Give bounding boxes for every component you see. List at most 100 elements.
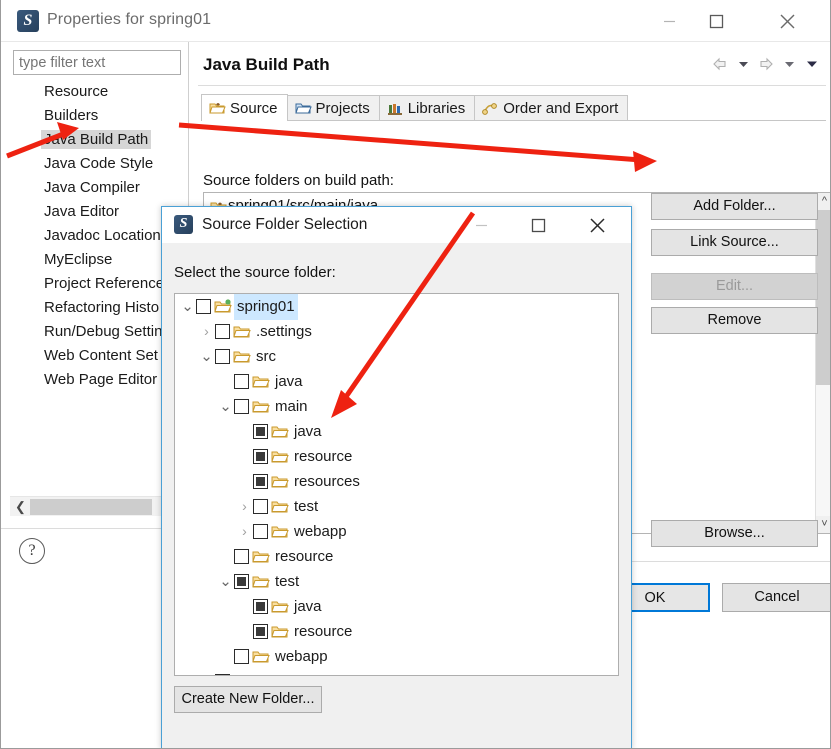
folder-tree-item[interactable]: › test <box>175 494 618 519</box>
sidebar-item-myeclipse[interactable]: MyEclipse <box>8 248 184 272</box>
checkbox-unchecked[interactable] <box>234 649 249 664</box>
sidebar-item-run-debug-settin[interactable]: Run/Debug Settin <box>8 320 184 344</box>
myeclipse-logo-icon: S <box>17 10 39 32</box>
libraries-books-icon <box>387 101 404 116</box>
folder-tree-item[interactable]: resource <box>175 444 618 469</box>
sidebar-item-label: Project Reference <box>44 275 165 292</box>
tab-projects[interactable]: Projects <box>286 95 380 121</box>
checkbox-grayed[interactable] <box>253 424 268 439</box>
scroll-up-icon[interactable]: ^ <box>816 193 830 210</box>
dialog-close-icon[interactable] <box>577 207 617 243</box>
folder-tree-item[interactable]: webapp <box>175 644 618 669</box>
forward-menu-chevron-down-icon[interactable] <box>779 54 799 74</box>
scrollbar-thumb[interactable] <box>30 499 152 515</box>
folder-tree[interactable]: ⌄ spring01 › .settings ⌄ src java ⌄ main java r… <box>174 293 619 676</box>
folder-tree-label: spring01 <box>234 294 298 320</box>
add-folder-button[interactable]: Add Folder... <box>651 193 818 220</box>
checkbox-grayed[interactable] <box>253 449 268 464</box>
checkbox-unchecked[interactable] <box>196 299 211 314</box>
folder-tree-item[interactable]: resources <box>175 469 618 494</box>
tab-source[interactable]: Source <box>201 94 288 122</box>
dialog-maximize-icon[interactable] <box>518 207 558 243</box>
checkbox-grayed[interactable] <box>253 624 268 639</box>
folder-tree-item[interactable]: resource <box>175 619 618 644</box>
checkbox-grayed[interactable] <box>253 599 268 614</box>
sidebar-item-java-build-path[interactable]: Java Build Path <box>8 128 184 152</box>
sidebar-item-javadoc-location[interactable]: Javadoc Location <box>8 224 184 248</box>
checkbox-unchecked[interactable] <box>215 349 230 364</box>
sidebar-item-java-editor[interactable]: Java Editor <box>8 200 184 224</box>
order-export-icon <box>482 101 499 116</box>
window-title: Properties for spring01 <box>47 11 212 28</box>
tab-label: Order and Export <box>503 100 619 117</box>
twisty-placeholder <box>236 594 253 619</box>
sidebar-item-java-code-style[interactable]: Java Code Style <box>8 152 184 176</box>
settings-category-list: Resource Builders Java Build Path Java Code… <box>8 80 184 480</box>
back-menu-chevron-down-icon[interactable] <box>733 54 753 74</box>
chevron-down-icon[interactable]: ⌄ <box>179 294 196 319</box>
sidebar-item-label: Java Editor <box>44 203 120 220</box>
tab-order-and-export[interactable]: Order and Export <box>474 95 629 121</box>
checkbox-unchecked[interactable] <box>234 399 249 414</box>
chevron-down-icon[interactable]: ⌄ <box>198 344 215 369</box>
minimize-icon[interactable] <box>646 0 692 42</box>
folder-tree-item[interactable]: ⌄ test <box>175 569 618 594</box>
folder-tree-item[interactable]: java <box>175 369 618 394</box>
folder-tree-item[interactable]: › webapp <box>175 519 618 544</box>
sidebar-item-project-reference[interactable]: Project Reference <box>8 272 184 296</box>
tab-libraries[interactable]: Libraries <box>378 95 476 121</box>
link-source-button[interactable]: Link Source... <box>651 229 818 256</box>
forward-arrow-icon[interactable] <box>756 54 776 74</box>
tabs-underline <box>201 120 826 121</box>
twisty-placeholder <box>236 469 253 494</box>
projects-folder-icon <box>294 101 312 116</box>
folder-tree-item[interactable]: › .settings <box>175 319 618 344</box>
folder-tree-item[interactable]: ⌄ main <box>175 394 618 419</box>
checkbox-unchecked[interactable] <box>253 524 268 539</box>
sidebar-item-refactoring-histo[interactable]: Refactoring Histo <box>8 296 184 320</box>
folder-tree-item[interactable]: ⌄ src <box>175 344 618 369</box>
cancel-button[interactable]: Cancel <box>722 583 830 612</box>
help-icon[interactable]: ? <box>19 538 45 564</box>
sidebar-horizontal-scrollbar[interactable]: ❮ <box>10 496 182 516</box>
browse-button[interactable]: Browse... <box>651 520 818 547</box>
scrollbar-thumb[interactable] <box>816 210 830 385</box>
sidebar-item-label: Javadoc Location <box>44 227 161 244</box>
checkbox-grayed[interactable] <box>253 474 268 489</box>
scroll-left-icon[interactable]: ❮ <box>12 498 29 516</box>
twisty-placeholder <box>217 544 234 569</box>
sidebar-item-resource[interactable]: Resource <box>8 80 184 104</box>
checkbox-unchecked[interactable] <box>215 324 230 339</box>
filter-input[interactable] <box>13 50 181 75</box>
chevron-right-icon[interactable]: › <box>198 319 215 344</box>
checkbox-unchecked[interactable] <box>234 374 249 389</box>
sidebar-item-web-page-editor[interactable]: Web Page Editor <box>8 368 184 392</box>
maximize-icon[interactable] <box>693 0 739 42</box>
folder-tree-item[interactable]: › target <box>175 669 618 675</box>
checkbox-unchecked[interactable] <box>234 549 249 564</box>
create-new-folder-button[interactable]: Create New Folder... <box>174 686 322 713</box>
sidebar-item-builders[interactable]: Builders <box>8 104 184 128</box>
sidebar-item-web-content-set[interactable]: Web Content Set <box>8 344 184 368</box>
folder-icon <box>271 624 289 639</box>
chevron-down-icon[interactable]: ⌄ <box>217 569 234 594</box>
scroll-down-icon[interactable]: ˅ <box>816 516 830 533</box>
chevron-right-icon[interactable]: › <box>198 669 215 675</box>
close-icon[interactable] <box>764 0 810 42</box>
checkbox-unchecked[interactable] <box>253 499 268 514</box>
sidebar-item-java-compiler[interactable]: Java Compiler <box>8 176 184 200</box>
remove-button[interactable]: Remove <box>651 307 818 334</box>
back-arrow-icon[interactable] <box>710 54 730 74</box>
folder-tree-item[interactable]: java <box>175 419 618 444</box>
checkbox-unchecked[interactable] <box>215 674 230 675</box>
checkbox-grayed[interactable] <box>234 574 249 589</box>
folder-tree-item[interactable]: ⌄ spring01 <box>175 294 618 320</box>
folder-tree-item[interactable]: java <box>175 594 618 619</box>
source-folder-selection-dialog: S Source Folder Selection Select the sou… <box>161 206 632 748</box>
folder-tree-item[interactable]: resource <box>175 544 618 569</box>
chevron-right-icon[interactable]: › <box>236 519 253 544</box>
chevron-down-icon[interactable]: ⌄ <box>217 394 234 419</box>
chevron-right-icon[interactable]: › <box>236 494 253 519</box>
more-chevron-down-icon[interactable] <box>802 54 822 74</box>
dialog-minimize-icon[interactable] <box>461 207 501 243</box>
